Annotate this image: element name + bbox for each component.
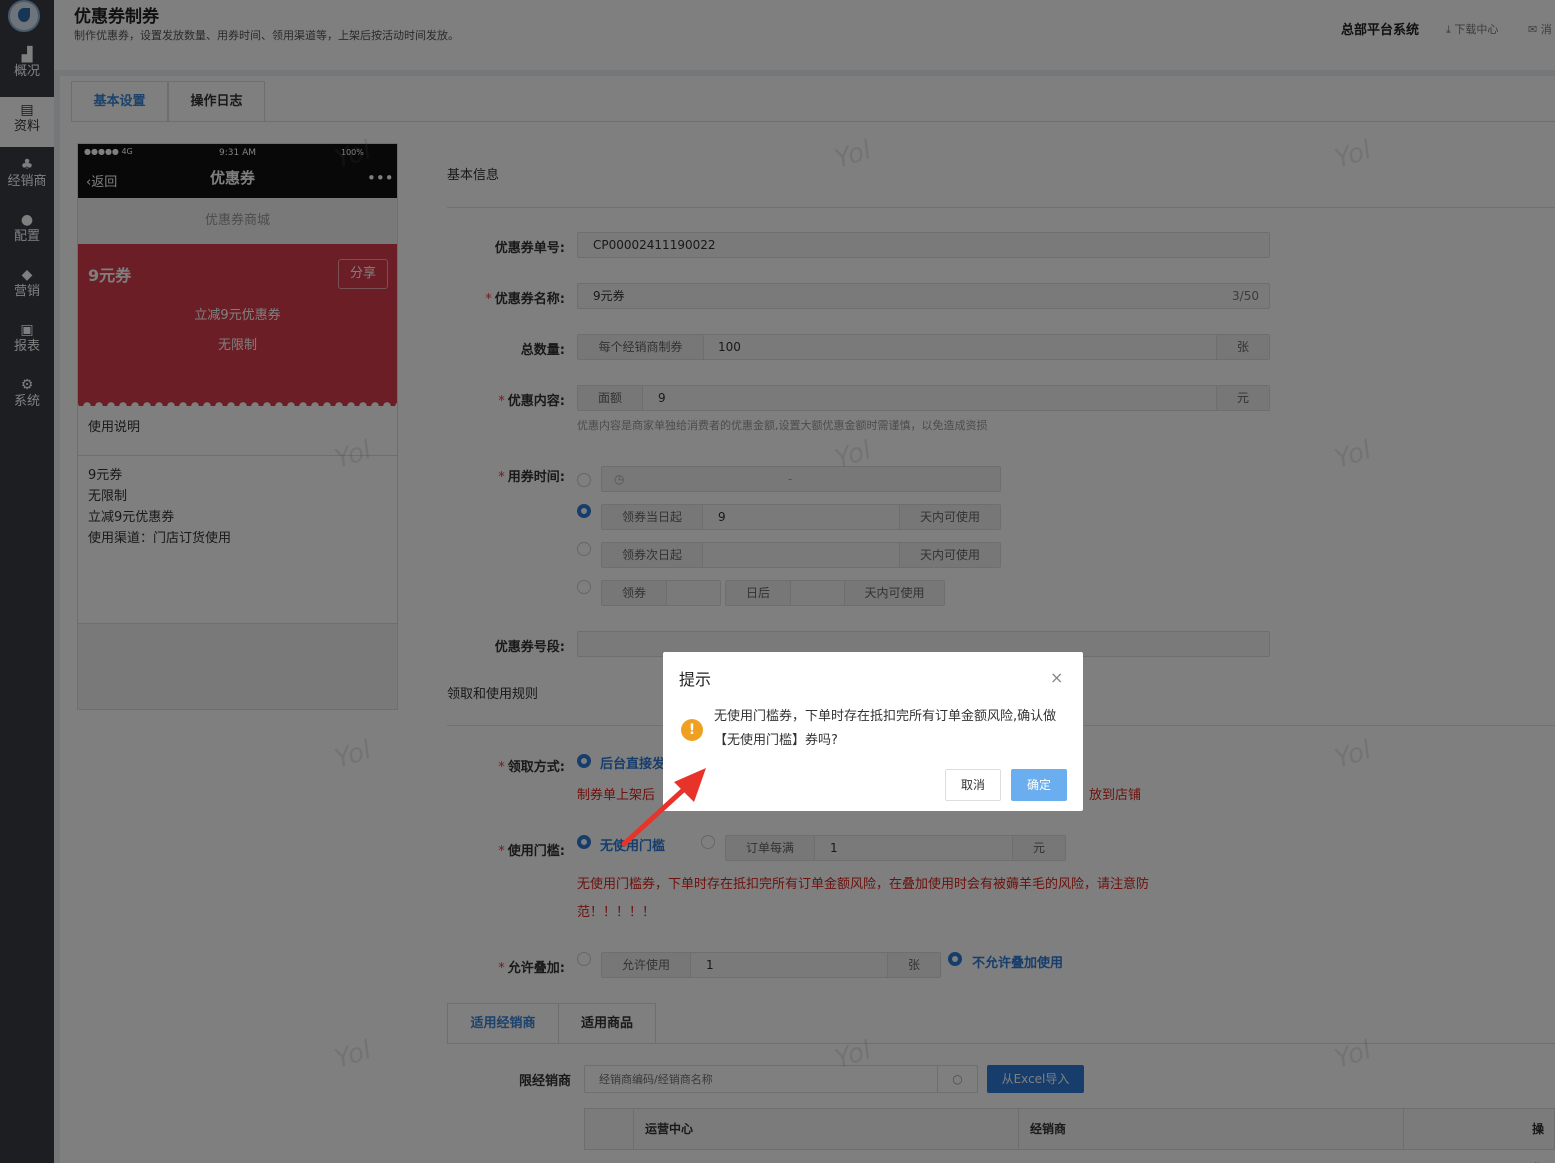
close-icon[interactable]: ×: [1050, 668, 1063, 687]
confirm-dialog: 提示 × ! 无使用门槛券，下单时存在抵扣完所有订单金额风险,确认做【无使用门槛…: [663, 652, 1083, 811]
dialog-title: 提示: [679, 670, 712, 689]
cancel-button[interactable]: 取消: [945, 769, 1001, 801]
warning-icon: !: [681, 719, 703, 741]
confirm-button[interactable]: 确定: [1011, 769, 1067, 801]
annotation-arrow: [621, 768, 706, 847]
modal-overlay[interactable]: [0, 0, 1555, 1163]
arrow-shaft: [621, 779, 695, 847]
dialog-message: 无使用门槛券，下单时存在抵扣完所有订单金额风险,确认做【无使用门槛】券吗?: [714, 709, 1057, 748]
